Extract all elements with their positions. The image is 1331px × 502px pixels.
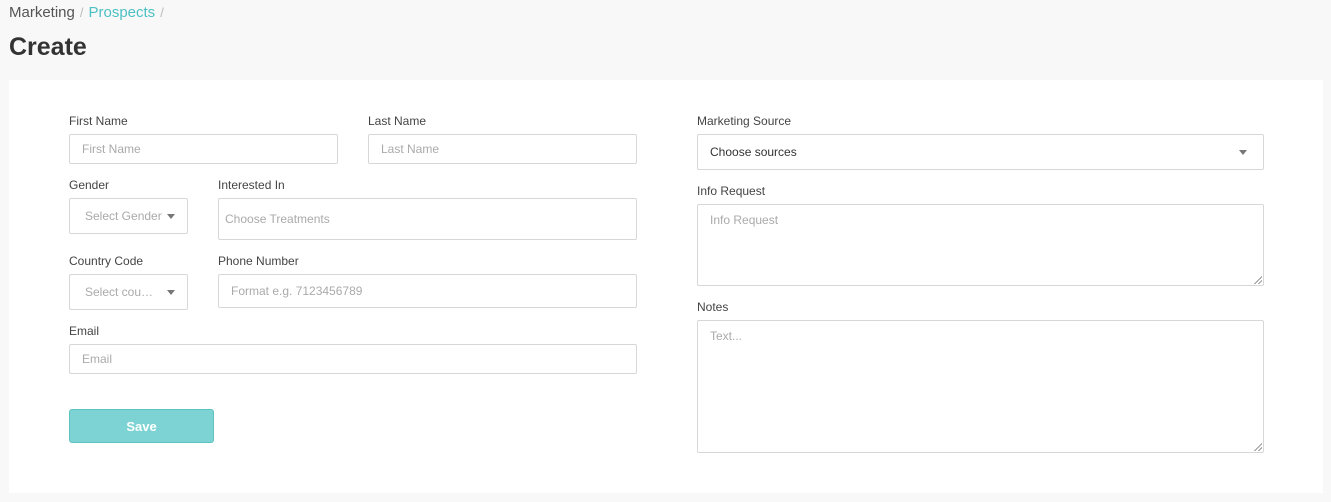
first-name-label: First Name — [69, 114, 128, 128]
resize-handle-icon[interactable] — [1254, 276, 1262, 284]
info-request-placeholder: Info Request — [710, 213, 779, 227]
notes-placeholder: Text... — [710, 329, 743, 343]
prospect-form-card: First Name First Name Last Name Last Nam… — [9, 80, 1323, 493]
last-name-input[interactable]: Last Name — [368, 134, 637, 164]
page-title: Create — [9, 33, 87, 61]
save-button[interactable]: Save — [69, 409, 214, 443]
phone-number-placeholder: Format e.g. 7123456789 — [231, 284, 363, 298]
phone-number-input[interactable]: Format e.g. 7123456789 — [218, 274, 637, 308]
breadcrumb-separator: / — [79, 5, 84, 20]
last-name-placeholder: Last Name — [381, 142, 440, 156]
interested-in-label: Interested In — [218, 178, 285, 192]
first-name-placeholder: First Name — [82, 142, 141, 156]
breadcrumb-prospects[interactable]: Prospects — [88, 4, 155, 21]
notes-textarea[interactable]: Text... — [697, 320, 1264, 453]
info-request-label: Info Request — [697, 184, 766, 198]
email-placeholder: Email — [82, 352, 113, 366]
last-name-label: Last Name — [368, 114, 427, 128]
interested-in-select[interactable]: Choose Treatments — [218, 198, 637, 240]
info-request-textarea[interactable]: Info Request — [697, 204, 1264, 286]
country-code-label: Country Code — [69, 254, 144, 268]
breadcrumb-separator: / — [160, 5, 164, 20]
chevron-down-icon — [167, 214, 175, 219]
breadcrumb: Marketing / Prospects / — [9, 4, 169, 22]
interested-in-placeholder: Choose Treatments — [225, 212, 330, 226]
resize-handle-icon[interactable] — [1254, 443, 1262, 451]
first-name-input[interactable]: First Name — [69, 134, 338, 164]
marketing-source-value: Choose sources — [710, 145, 797, 159]
marketing-source-label: Marketing Source — [697, 114, 792, 128]
country-code-select[interactable]: Select count... — [69, 274, 188, 310]
country-code-placeholder: Select count... — [85, 285, 157, 299]
breadcrumb-marketing[interactable]: Marketing — [9, 4, 75, 21]
gender-select[interactable]: Select Gender — [69, 198, 188, 234]
chevron-down-icon — [1239, 150, 1247, 155]
email-input[interactable]: Email — [69, 344, 637, 374]
phone-number-label: Phone Number — [218, 254, 299, 268]
gender-placeholder: Select Gender — [85, 209, 162, 223]
notes-label: Notes — [697, 300, 729, 314]
marketing-source-select[interactable]: Choose sources — [697, 134, 1264, 170]
email-label: Email — [69, 324, 100, 338]
chevron-down-icon — [167, 290, 175, 295]
gender-label: Gender — [69, 178, 110, 192]
